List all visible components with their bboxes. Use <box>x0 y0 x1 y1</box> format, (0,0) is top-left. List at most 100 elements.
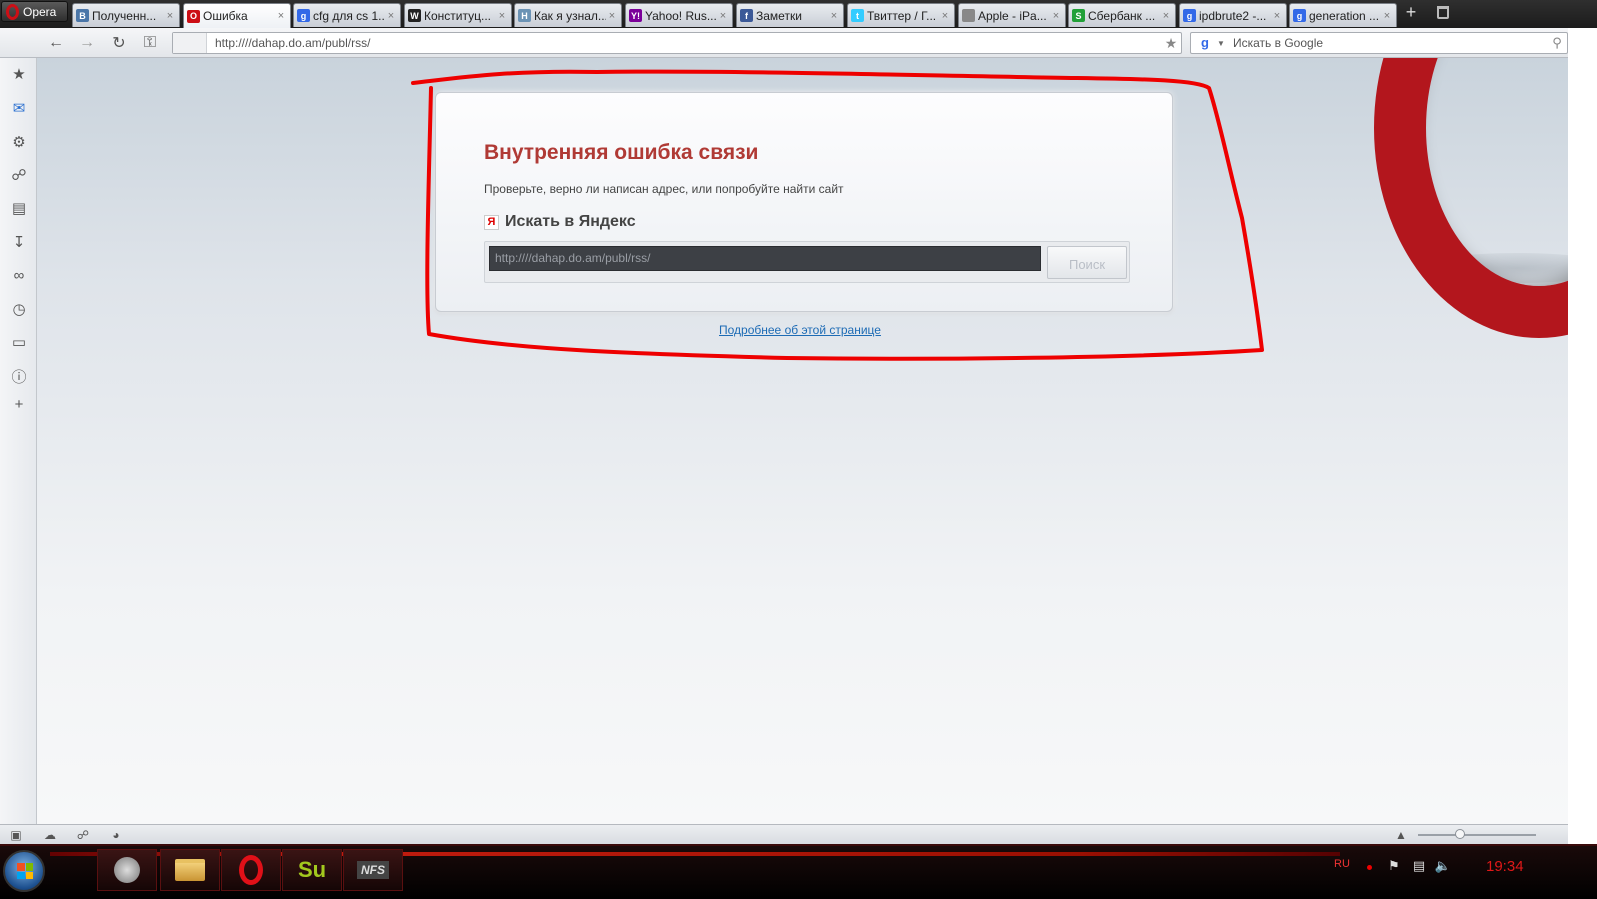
view-up-icon[interactable]: ▲ <box>1393 827 1409 843</box>
google-icon: g <box>297 9 310 22</box>
browser-tab[interactable]: f Заметки × <box>736 3 844 27</box>
yahoo-icon: Y! <box>629 9 642 22</box>
close-tab-icon[interactable]: × <box>717 10 729 22</box>
tab-title: Как я узнал... <box>534 8 606 23</box>
close-tab-icon[interactable]: × <box>606 10 618 22</box>
browser-tab[interactable]: g generation ... × <box>1289 3 1397 27</box>
yandex-search-form: http:////dahap.do.am/publ/rss/ Поиск <box>484 241 1130 283</box>
unite-status-icon[interactable]: ☍ <box>75 827 91 843</box>
windows-panel-icon[interactable]: ▭ <box>10 333 28 351</box>
opera-link-cloud-icon[interactable]: ☁ <box>42 827 58 843</box>
system-clock[interactable]: 19:34 <box>1486 858 1524 875</box>
history-clock-icon[interactable]: ◷ <box>10 300 28 318</box>
browser-tab[interactable]: S Сбербанк ... × <box>1068 3 1176 27</box>
mail-icon[interactable]: ✉ <box>10 99 28 117</box>
close-tab-icon[interactable]: × <box>939 10 951 22</box>
close-tab-icon[interactable]: × <box>1381 10 1393 22</box>
google-icon: g <box>1183 9 1196 22</box>
turbo-icon[interactable]: ◕ <box>108 827 124 843</box>
downloads-icon[interactable]: ↧ <box>10 233 28 251</box>
panel-toggle-icon[interactable]: ▣ <box>8 827 24 843</box>
opera-menu-button[interactable]: Opera <box>1 1 68 22</box>
wikipedia-icon: W <box>408 9 421 22</box>
key-icon: ⚿ <box>143 34 157 51</box>
reload-icon: ↻ <box>112 35 126 52</box>
yandex-search-button[interactable]: Поиск <box>1047 246 1127 279</box>
bookmark-star-icon[interactable]: ★ <box>1161 35 1181 52</box>
nfs-icon: NFS <box>357 861 389 879</box>
gear-icon[interactable]: ⚙ <box>10 133 28 151</box>
info-icon[interactable]: ⓘ <box>10 367 28 386</box>
new-tab-button[interactable]: + <box>1402 3 1420 22</box>
tab-title: Заметки <box>756 8 802 23</box>
browser-tab[interactable]: O Ошибка × <box>183 3 291 28</box>
back-button[interactable]: ← <box>45 32 67 54</box>
close-tab-icon[interactable]: × <box>385 10 397 22</box>
trash-icon[interactable] <box>1437 6 1449 19</box>
close-tab-icon[interactable]: × <box>1050 10 1062 22</box>
close-tab-icon[interactable]: × <box>496 10 508 22</box>
tab-title: Yahoo! Rus... <box>645 8 717 23</box>
forward-arrow-icon: → <box>79 34 95 51</box>
page-content: Внутренняя ошибка связи Проверьте, верно… <box>37 58 1568 824</box>
browser-tab[interactable]: g ipdbrute2 -... × <box>1179 3 1287 27</box>
navigation-bar: ← → ↻ ⚿ http:////dahap.do.am/publ/rss/ ★… <box>0 28 1597 58</box>
browser-tab[interactable]: H Как я узнал... × <box>514 3 622 27</box>
browser-tab[interactable]: Y! Yahoo! Rus... × <box>625 3 733 27</box>
sketchup-icon: Su <box>297 857 327 882</box>
close-tab-icon[interactable]: × <box>1271 10 1283 22</box>
google-icon[interactable]: g <box>1196 34 1214 52</box>
unite-icon[interactable]: ☍ <box>10 166 28 184</box>
yandex-search-input[interactable]: http:////dahap.do.am/publ/rss/ <box>489 246 1041 271</box>
taskbar-app-sketchup[interactable]: Su <box>282 849 342 891</box>
opera-icon: O <box>187 9 200 23</box>
chevron-down-icon[interactable]: ▼ <box>1217 39 1227 48</box>
start-button[interactable] <box>3 850 45 892</box>
address-bar[interactable]: http:////dahap.do.am/publ/rss/ ★ <box>172 32 1182 54</box>
opera-logo-icon <box>1374 58 1568 338</box>
taskbar-app-nfs[interactable]: NFS <box>343 849 403 891</box>
search-input[interactable]: Искать в Google <box>1227 36 1547 50</box>
tab-title: Apple - iPa... <box>978 8 1047 23</box>
close-tab-icon[interactable]: × <box>828 10 840 22</box>
opera-icon <box>239 855 263 885</box>
notes-icon[interactable]: ▤ <box>10 199 28 217</box>
zoom-slider-handle[interactable] <box>1455 829 1465 839</box>
facebook-icon: f <box>740 9 753 22</box>
add-panel-icon[interactable]: + <box>10 395 28 413</box>
browser-tab[interactable]: В Полученн... × <box>72 3 180 27</box>
close-tab-icon[interactable]: × <box>164 10 176 22</box>
address-url[interactable]: http:////dahap.do.am/publ/rss/ <box>207 36 1161 50</box>
opera-menu-label: Opera <box>23 4 57 19</box>
close-tab-icon[interactable]: × <box>1160 10 1172 22</box>
zoom-slider[interactable] <box>1418 834 1536 836</box>
network-icon[interactable]: ▤ <box>1411 858 1427 874</box>
more-info-link[interactable]: Подробнее об этой странице <box>719 323 881 337</box>
browser-tab[interactable]: Apple - iPa... × <box>958 3 1066 27</box>
forward-button[interactable]: → <box>76 32 98 54</box>
reload-button[interactable]: ↻ <box>108 32 130 54</box>
tray-flag-icon[interactable]: ⚑ <box>1386 858 1402 874</box>
site-info-badge[interactable] <box>173 33 207 53</box>
search-icon[interactable]: ⚲ <box>1547 35 1567 51</box>
error-card: Внутренняя ошибка связи Проверьте, верно… <box>435 92 1173 312</box>
wand-button[interactable]: ⚿ <box>139 32 161 54</box>
volume-icon[interactable]: 🔈 <box>1435 858 1451 874</box>
yandex-search-label: Искать в Яндекс <box>505 213 636 230</box>
language-indicator[interactable]: RU <box>1334 858 1350 870</box>
speaker-icon <box>114 857 140 883</box>
tab-title: cfg для cs 1... <box>313 8 385 23</box>
browser-tab[interactable]: W Конституц... × <box>404 3 512 27</box>
tab-title: ipdbrute2 -... <box>1199 8 1267 23</box>
close-tab-icon[interactable]: × <box>275 10 287 22</box>
bookmarks-star-icon[interactable]: ★ <box>10 65 28 83</box>
taskbar-app-opera[interactable] <box>221 849 281 891</box>
browser-tab[interactable]: g cfg для cs 1... × <box>293 3 401 27</box>
browser-tab[interactable]: t Твиттер / Г... × <box>847 3 955 27</box>
taskbar-app-explorer[interactable] <box>160 849 220 891</box>
links-icon[interactable]: ∞ <box>10 266 28 284</box>
search-bar[interactable]: g ▼ Искать в Google ⚲ <box>1190 32 1568 54</box>
taskbar-app-speaker[interactable] <box>97 849 157 891</box>
vk-icon: В <box>76 9 89 22</box>
google-icon: g <box>1293 9 1306 22</box>
